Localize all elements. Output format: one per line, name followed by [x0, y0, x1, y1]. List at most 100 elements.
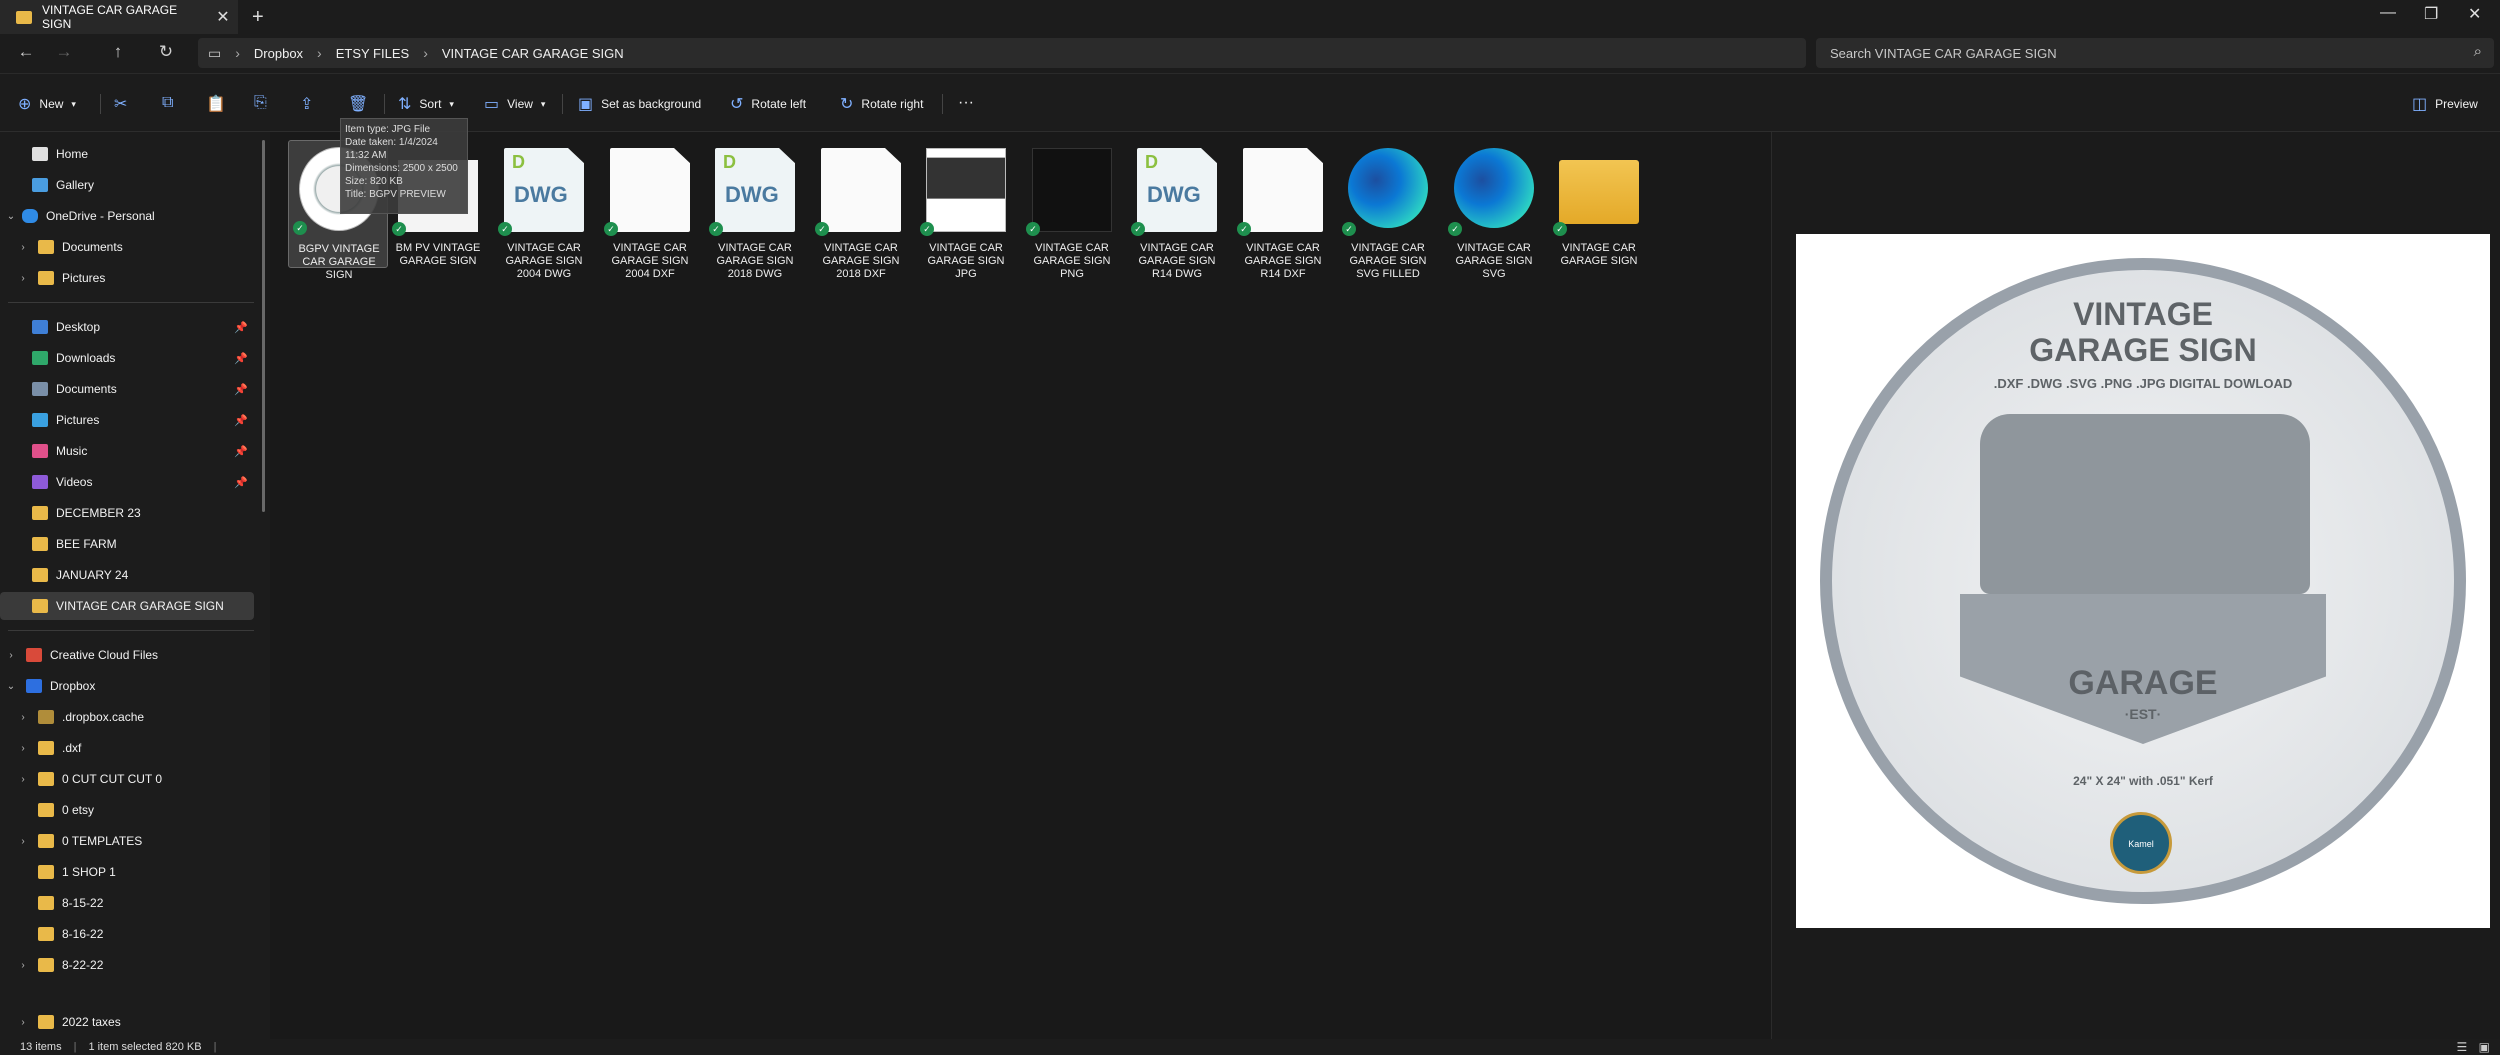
chevron-right-icon[interactable]: › — [16, 242, 30, 253]
file-item[interactable]: ✓ VINTAGE CAR GARAGE SIGN JPG — [916, 142, 1016, 282]
pin-icon[interactable]: 📌 — [234, 445, 248, 458]
close-window-button[interactable]: ✕ — [2468, 4, 2481, 24]
sidebar-item-0-templates[interactable]: › 0 TEMPLATES — [0, 827, 254, 855]
sidebar-item-0-cut[interactable]: › 0 CUT CUT CUT 0 — [0, 765, 254, 793]
sidebar-item-label: .dxf — [62, 741, 82, 755]
chevron-right-icon[interactable]: › — [4, 650, 18, 661]
new-button[interactable]: ⊕ New ▾ — [18, 94, 76, 114]
chevron-right-icon[interactable]: › — [16, 1017, 30, 1028]
rename-icon: ⎘ — [254, 94, 267, 111]
sidebar-item-onedrive-documents[interactable]: › Documents — [0, 233, 254, 261]
chevron-down-icon[interactable]: ⌄ — [4, 211, 18, 222]
sidebar-item-desktop[interactable]: Desktop 📌 — [0, 313, 254, 341]
file-item[interactable]: D DWG ✓ VINTAGE CAR GARAGE SIGN 2018 DWG — [705, 142, 805, 282]
sidebar-item-music[interactable]: Music 📌 — [0, 437, 254, 465]
sidebar-item-onedrive[interactable]: ⌄ OneDrive - Personal — [0, 202, 254, 230]
rotate-left-button[interactable]: ↺ Rotate left — [730, 94, 806, 114]
sidebar-item-8-16-22[interactable]: 8-16-22 — [0, 920, 254, 948]
breadcrumb-dropbox[interactable]: Dropbox — [254, 46, 303, 61]
window-tab[interactable]: VINTAGE CAR GARAGE SIGN ✕ — [0, 0, 238, 34]
refresh-button[interactable]: ↻ — [154, 42, 178, 62]
sidebar-item-1-shop[interactable]: 1 SHOP 1 — [0, 858, 254, 886]
file-item[interactable]: ✓ VINTAGE CAR GARAGE SIGN SVG FILLED — [1338, 142, 1438, 282]
sidebar-item-2022-taxes[interactable]: › 2022 taxes — [0, 1008, 254, 1036]
new-tab-button[interactable]: + — [252, 6, 264, 29]
minimize-button[interactable]: — — [2380, 4, 2396, 22]
file-item[interactable]: ✓ VINTAGE CAR GARAGE SIGN SVG — [1444, 142, 1544, 282]
rotate-right-icon: ↻ — [840, 96, 854, 113]
file-item[interactable]: D DWG ✓ VINTAGE CAR GARAGE SIGN R14 DWG — [1127, 142, 1227, 282]
chevron-right-icon[interactable]: › — [16, 960, 30, 971]
sidebar-item-videos[interactable]: Videos 📌 — [0, 468, 254, 496]
chevron-right-icon[interactable]: › — [16, 774, 30, 785]
up-button[interactable]: ↑ — [106, 42, 130, 62]
sidebar-item-onedrive-pictures[interactable]: › Pictures — [0, 264, 254, 292]
more-options-button[interactable]: ··· — [958, 94, 974, 112]
file-item[interactable]: ✓ VINTAGE CAR GARAGE SIGN — [1549, 142, 1649, 282]
file-item[interactable]: ✓ VINTAGE CAR GARAGE SIGN 2004 DXF — [600, 142, 700, 282]
file-item[interactable]: ✓ VINTAGE CAR GARAGE SIGN 2018 DXF — [811, 142, 911, 282]
file-item[interactable]: D DWG ✓ VINTAGE CAR GARAGE SIGN 2004 DWG — [494, 142, 594, 282]
rotate-right-button[interactable]: ↻ Rotate right — [840, 94, 923, 114]
breadcrumb-current-folder[interactable]: VINTAGE CAR GARAGE SIGN — [442, 46, 624, 61]
delete-button[interactable]: 🗑 — [348, 94, 368, 114]
sidebar-item-home[interactable]: Home — [0, 140, 254, 168]
share-button[interactable]: ⇪ — [300, 94, 313, 114]
pin-icon[interactable]: 📌 — [234, 352, 248, 365]
sidebar-item-dxf[interactable]: › .dxf — [0, 734, 254, 762]
copy-button[interactable]: ⧉ — [162, 94, 173, 112]
blank-file-icon — [610, 148, 690, 232]
tiles-view-icon[interactable]: ▣ — [2479, 1040, 2490, 1054]
divider — [384, 94, 385, 114]
divider — [562, 94, 563, 114]
sidebar-item-pictures[interactable]: Pictures 📌 — [0, 406, 254, 434]
pin-icon[interactable]: 📌 — [234, 414, 248, 427]
pin-icon[interactable]: 📌 — [234, 476, 248, 489]
breadcrumb-etsy-files[interactable]: ETSY FILES — [336, 46, 409, 61]
preview-button[interactable]: ◫ Preview — [2412, 94, 2478, 114]
details-view-icon[interactable]: ☰ — [2457, 1040, 2468, 1054]
back-button[interactable]: ← — [14, 42, 38, 62]
sidebar-item-vintage-car-garage-sign[interactable]: VINTAGE CAR GARAGE SIGN — [0, 592, 254, 620]
sidebar-item-dropbox[interactable]: ⌄ Dropbox — [0, 672, 254, 700]
chevron-down-icon[interactable]: ⌄ — [4, 681, 18, 692]
sidebar-item-gallery[interactable]: Gallery — [0, 171, 254, 199]
file-item[interactable]: ✓ VINTAGE CAR GARAGE SIGN R14 DXF — [1233, 142, 1333, 282]
sidebar-item-dropbox-cache[interactable]: › .dropbox.cache — [0, 703, 254, 731]
sidebar-item-8-22-22[interactable]: › 8-22-22 — [0, 951, 254, 979]
sidebar-item-december-23[interactable]: DECEMBER 23 — [0, 499, 254, 527]
sidebar-scrollbar[interactable] — [262, 140, 265, 512]
sidebar-item-january-24[interactable]: JANUARY 24 — [0, 561, 254, 589]
rename-button[interactable]: ⎘ — [254, 94, 267, 112]
maximize-button[interactable]: ❐ — [2424, 4, 2438, 24]
file-item[interactable]: ✓ VINTAGE CAR GARAGE SIGN PNG — [1022, 142, 1122, 282]
sidebar-item-label: JANUARY 24 — [56, 568, 129, 582]
sidebar-item-bee-farm[interactable]: BEE FARM — [0, 530, 254, 558]
sidebar-item-documents[interactable]: Documents 📌 — [0, 375, 254, 403]
sidebar-item-label: Desktop — [56, 320, 101, 334]
chevron-right-icon[interactable]: › — [16, 743, 30, 754]
sidebar-item-0-etsy[interactable]: 0 etsy — [0, 796, 254, 824]
set-background-button[interactable]: ▣ Set as background — [578, 94, 701, 114]
cut-button[interactable]: ✂ — [114, 94, 127, 114]
sidebar-item-creative-cloud[interactable]: › Creative Cloud Files — [0, 641, 254, 669]
sidebar-item-8-15-22[interactable]: 8-15-22 — [0, 889, 254, 917]
forward-button[interactable]: → — [52, 42, 76, 62]
view-label: View — [507, 97, 533, 111]
close-tab-icon[interactable]: ✕ — [208, 7, 238, 27]
chevron-right-icon[interactable]: › — [16, 273, 30, 284]
chevron-right-icon[interactable]: › — [16, 836, 30, 847]
search-input[interactable]: Search VINTAGE CAR GARAGE SIGN ⌕ — [1816, 38, 2494, 68]
pin-icon[interactable]: 📌 — [234, 383, 248, 396]
folder-icon — [38, 927, 54, 941]
folder-icon — [38, 865, 54, 879]
sidebar-item-label: 8-22-22 — [62, 958, 104, 972]
pin-icon[interactable]: 📌 — [234, 321, 248, 334]
paste-button[interactable]: 📋 — [206, 94, 226, 114]
sort-button[interactable]: ⇅ Sort ▾ — [398, 94, 454, 114]
chevron-right-icon[interactable]: › — [16, 712, 30, 723]
sync-check-icon: ✓ — [815, 222, 829, 236]
address-bar[interactable]: ▭ › Dropbox › ETSY FILES › VINTAGE CAR G… — [198, 38, 1806, 68]
view-button[interactable]: ▭ View ▾ — [484, 94, 545, 114]
sidebar-item-downloads[interactable]: Downloads 📌 — [0, 344, 254, 372]
